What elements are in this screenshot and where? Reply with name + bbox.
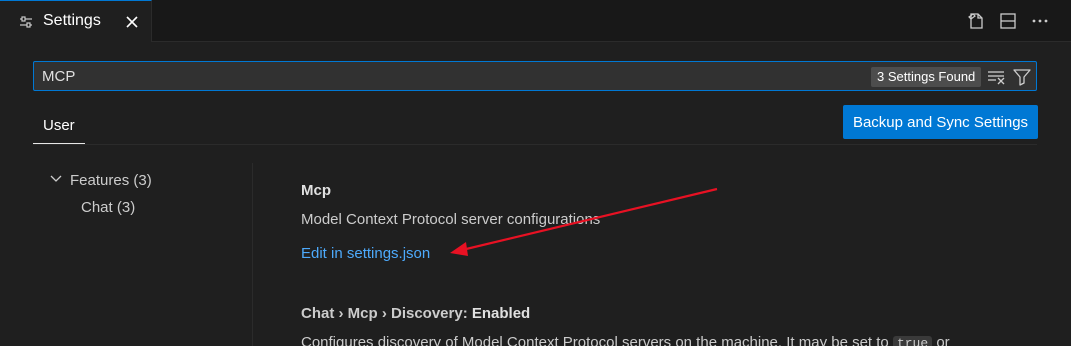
toc-divider (252, 163, 253, 346)
filter-icon[interactable] (1012, 67, 1032, 92)
backup-and-sync-button[interactable]: Backup and Sync Settings (843, 105, 1038, 139)
edit-in-settings-json-link[interactable]: Edit in settings.json (301, 245, 430, 262)
search-value: MCP (42, 68, 76, 85)
setting-title: Mcp (301, 182, 331, 199)
inline-code-true: true (892, 336, 933, 346)
tab-label: Settings (43, 12, 101, 29)
annotation-arrow (450, 187, 718, 256)
split-editor-icon[interactable] (997, 10, 1019, 32)
settings-editor: Settings MCP 3 Settings Found User Backu… (0, 0, 1071, 346)
setting-description-discovery: Configures discovery of Model Context Pr… (301, 334, 950, 346)
toc-item-label: Features (3) (70, 171, 152, 189)
settings-search-input[interactable]: MCP 3 Settings Found (33, 61, 1037, 91)
open-settings-json-icon[interactable] (965, 10, 987, 32)
setting-description: Model Context Protocol server configurat… (301, 211, 601, 228)
scope-tab-label: User (43, 117, 75, 134)
setting-category: Chat › Mcp › Discovery: (301, 305, 472, 322)
close-icon[interactable] (124, 14, 140, 35)
description-text: Configures discovery of Model Context Pr… (301, 334, 893, 346)
results-count-badge: 3 Settings Found (871, 67, 982, 87)
toc-item-chat[interactable]: Chat (3) (81, 199, 135, 216)
tab-bar: Settings (0, 0, 1071, 42)
settings-sliders-icon (18, 14, 34, 35)
setting-title-discovery: Chat › Mcp › Discovery: Enabled (301, 305, 530, 322)
tab-settings[interactable]: Settings (0, 0, 152, 42)
description-text-suffix: or (932, 334, 950, 346)
setting-name: Enabled (471, 305, 531, 322)
editor-actions (965, 10, 1051, 32)
clear-filter-icon[interactable] (987, 68, 1007, 91)
more-actions-icon[interactable] (1029, 10, 1051, 32)
scope-tab-user[interactable]: User (33, 106, 85, 144)
scope-divider (33, 144, 1037, 145)
chevron-down-icon (48, 170, 64, 190)
toc-item-features[interactable]: Features (3) (48, 170, 152, 190)
